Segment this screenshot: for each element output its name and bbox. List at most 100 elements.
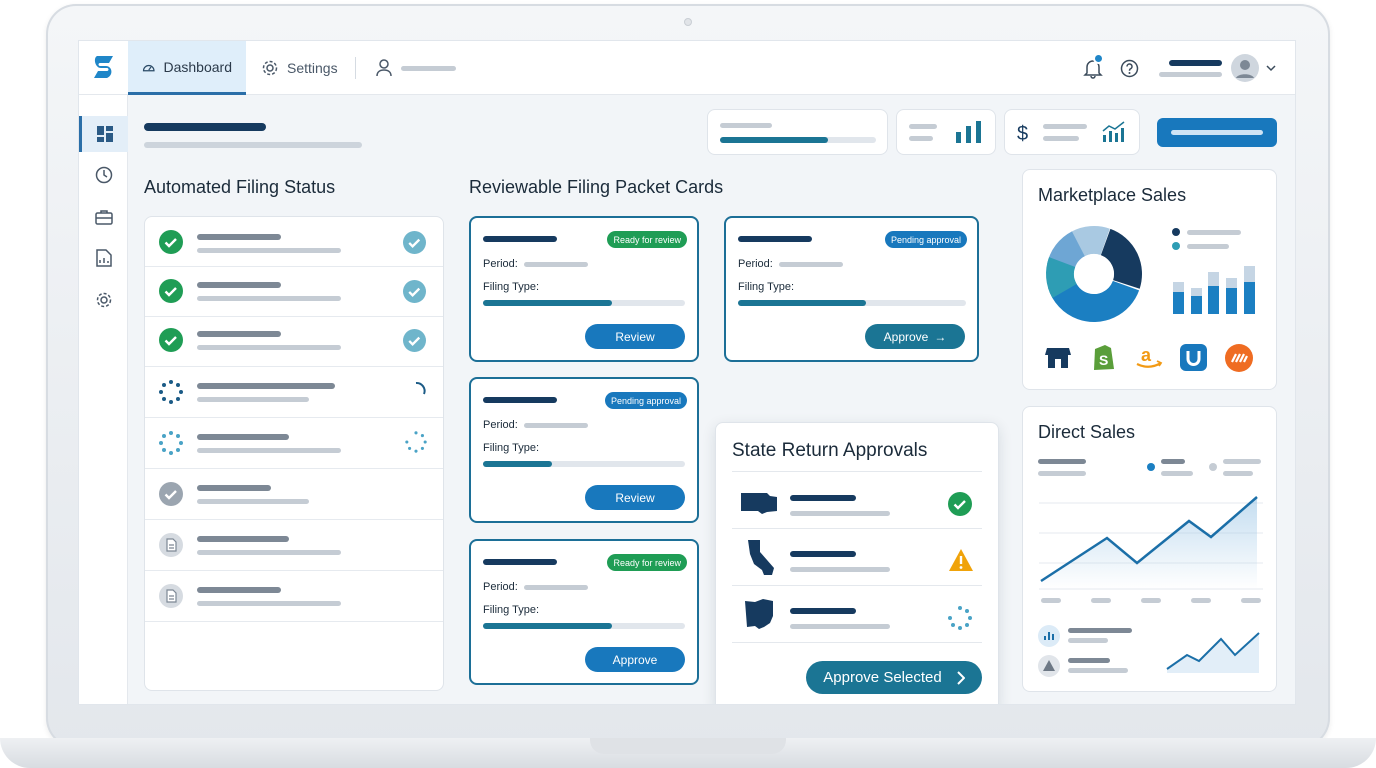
filing-packet-card[interactable]: Pending approval Period: Filing Type: Ap…: [724, 216, 979, 362]
m-market-icon[interactable]: [1225, 344, 1253, 372]
donut-chart[interactable]: [1045, 225, 1143, 323]
row-subtitle-placeholder: [197, 248, 341, 253]
metric-label-placeholder: [1068, 658, 1110, 663]
document-icon: [159, 533, 183, 557]
sidebar-item-filings[interactable]: [79, 199, 128, 235]
sidebar-item-reports[interactable]: [79, 240, 128, 276]
user-icon[interactable]: [376, 59, 392, 77]
divider: [732, 471, 982, 472]
status-section-title: Automated Filing Status: [144, 177, 336, 197]
status-badge: Ready for review: [607, 554, 687, 571]
review-button[interactable]: Review: [585, 324, 685, 349]
spinner-icon: [405, 431, 427, 453]
list-item[interactable]: [145, 520, 443, 571]
period-label: Period:: [738, 258, 773, 270]
filing-packet-card[interactable]: Ready for review Period: Filing Type: Re…: [469, 216, 699, 362]
marketplace-sales-title: Marketplace Sales: [1038, 185, 1187, 205]
legend-dot: [1147, 463, 1155, 471]
review-button-label: Review: [615, 329, 655, 344]
chevron-down-icon[interactable]: [1266, 64, 1276, 72]
app-logo[interactable]: [91, 54, 117, 82]
row-title-placeholder: [197, 587, 281, 593]
period-value-placeholder: [524, 585, 588, 590]
list-item[interactable]: [145, 418, 443, 469]
row-subtitle-placeholder: [197, 499, 309, 504]
metric-label-placeholder: [1068, 668, 1128, 673]
shopify-icon[interactable]: S: [1091, 343, 1115, 371]
line-chart[interactable]: [1039, 491, 1263, 591]
metric-label-placeholder: [1038, 459, 1086, 464]
approve-button[interactable]: Approve: [585, 647, 685, 672]
primary-action-button[interactable]: [1157, 118, 1277, 147]
period-label: Period:: [483, 258, 518, 270]
check-circle-icon: [403, 329, 426, 352]
kpi-label-placeholder: [1043, 136, 1079, 141]
u-market-icon[interactable]: [1180, 344, 1207, 371]
row-title-placeholder: [197, 331, 281, 337]
account-name-placeholder: [1169, 60, 1222, 66]
warning-icon: [949, 549, 973, 571]
row-subtitle-placeholder: [197, 448, 341, 453]
state-detail-placeholder: [790, 567, 890, 572]
approve-button[interactable]: Approve →: [865, 324, 965, 349]
store-icon[interactable]: [1045, 344, 1071, 370]
mini-bar-chart[interactable]: [1171, 264, 1257, 314]
sidebar-item-history[interactable]: [79, 157, 128, 193]
state-row[interactable]: [732, 586, 982, 643]
divider: [355, 57, 356, 79]
list-item[interactable]: [145, 267, 443, 317]
row-subtitle-placeholder: [197, 296, 341, 301]
kpi-card-volume[interactable]: [896, 109, 996, 155]
filing-packet-card[interactable]: Ready for review Period: Filing Type: Ap…: [469, 539, 699, 685]
laptop-notch: [590, 738, 786, 754]
period-value-placeholder: [779, 262, 843, 267]
metric-label-placeholder: [1068, 628, 1132, 633]
sidebar-item-dashboard[interactable]: [79, 116, 128, 152]
row-subtitle-placeholder: [197, 550, 341, 555]
row-title-placeholder: [197, 282, 281, 288]
list-item[interactable]: [145, 367, 443, 418]
review-button[interactable]: Review: [585, 485, 685, 510]
packet-progress-fill: [483, 623, 612, 629]
loading-arc-icon: [415, 382, 426, 395]
row-subtitle-placeholder: [197, 345, 341, 350]
tab-dashboard[interactable]: Dashboard: [128, 41, 246, 95]
packet-title-placeholder: [483, 559, 557, 565]
check-circle-icon: [948, 492, 972, 516]
avatar[interactable]: [1231, 54, 1259, 82]
x-tick-placeholder: [1241, 598, 1261, 603]
dollar-icon: $: [1017, 123, 1028, 144]
legend-dot: [1172, 228, 1180, 236]
approve-selected-button[interactable]: Approve Selected: [806, 661, 982, 694]
sidebar-item-settings[interactable]: [79, 282, 128, 318]
dashboard-icon: [97, 126, 113, 142]
state-name-placeholder: [790, 551, 856, 557]
kpi-card-revenue[interactable]: $: [1004, 109, 1140, 155]
svg-text:$: $: [1017, 123, 1028, 144]
kpi-card-progress[interactable]: [707, 109, 888, 155]
state-row[interactable]: [732, 529, 982, 586]
check-circle-icon: [159, 230, 183, 254]
filing-type-label: Filing Type:: [483, 281, 540, 293]
state-row[interactable]: [732, 473, 982, 529]
filing-packet-card[interactable]: Pending approval Period: Filing Type: Re…: [469, 377, 699, 523]
state-name-placeholder: [790, 495, 856, 501]
list-item[interactable]: [145, 571, 443, 622]
tab-settings[interactable]: Settings: [247, 41, 352, 95]
bar-chart-icon: [956, 121, 981, 143]
packet-progress-fill: [483, 300, 612, 306]
page-subtitle-placeholder: [144, 142, 362, 148]
metric-label-placeholder: [1068, 638, 1108, 643]
list-item[interactable]: [145, 469, 443, 520]
montana-icon: [741, 493, 777, 514]
amazon-icon[interactable]: a: [1135, 344, 1163, 370]
kpi-progress-fill: [720, 137, 828, 143]
legend-label-placeholder: [1161, 459, 1185, 464]
sparkline-chart[interactable]: [1165, 629, 1261, 673]
review-button-label: Review: [615, 490, 655, 505]
list-item[interactable]: [145, 217, 443, 267]
help-icon[interactable]: [1120, 59, 1139, 78]
packet-progress-fill: [738, 300, 866, 306]
list-item[interactable]: [145, 317, 443, 367]
kpi-label-placeholder: [909, 136, 933, 141]
